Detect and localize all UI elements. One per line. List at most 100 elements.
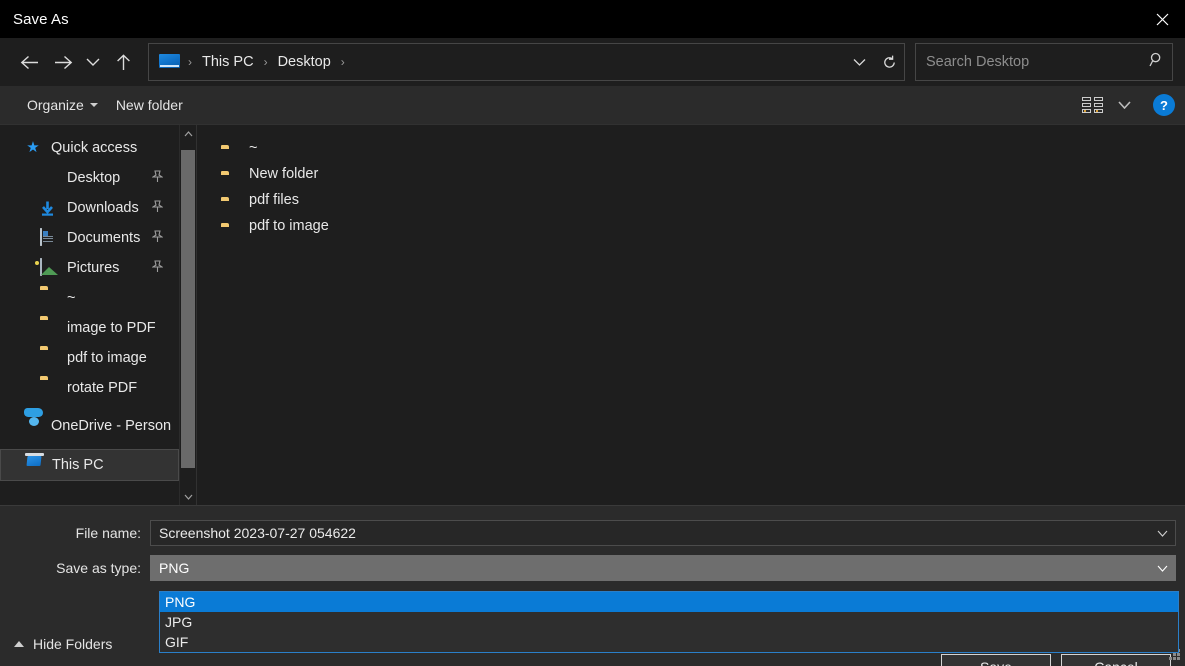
sidebar-item-label: rotate PDF <box>67 380 137 396</box>
dialog-body: ★ Quick access Desktop <box>0 124 1185 505</box>
new-folder-label: New folder <box>116 97 183 113</box>
chevron-up-icon <box>14 641 24 647</box>
sidebar-item-label: Documents <box>67 230 140 246</box>
file-list-item[interactable]: pdf files <box>197 187 1185 213</box>
file-name-dropdown-button[interactable] <box>1149 521 1175 545</box>
dropdown-option-png[interactable]: PNG <box>160 592 1178 612</box>
sidebar-item-pictures[interactable]: Pictures <box>0 253 179 283</box>
view-layout-icon[interactable] <box>1077 93 1108 117</box>
sidebar-item-label: image to PDF <box>67 320 156 336</box>
onedrive-icon <box>24 417 42 435</box>
hide-folders-button[interactable]: Hide Folders <box>14 636 112 652</box>
breadcrumb-separator-2: › <box>337 55 349 69</box>
recent-locations-button[interactable] <box>80 45 106 79</box>
refresh-button[interactable] <box>874 44 904 80</box>
sidebar-item-quick-access[interactable]: ★ Quick access <box>0 133 179 163</box>
dropdown-option-gif[interactable]: GIF <box>160 632 1178 652</box>
folder-icon <box>40 319 58 337</box>
breadcrumb-separator-1: › <box>260 55 272 69</box>
address-bar-actions <box>844 44 904 80</box>
save-as-type-combobox[interactable]: PNG <box>150 555 1176 581</box>
scroll-up-button[interactable] <box>180 125 196 142</box>
file-list-item[interactable]: ~ <box>197 135 1185 161</box>
scrollbar-track[interactable] <box>180 142 196 488</box>
save-button[interactable]: Save <box>941 654 1051 666</box>
sidebar-item-label: OneDrive - Person <box>51 418 171 434</box>
window-title: Save As <box>0 11 69 28</box>
navigation-list: ★ Quick access Desktop <box>0 125 179 505</box>
breadcrumb-item-desktop[interactable]: Desktop <box>272 51 337 73</box>
toolbar-right-group: ? <box>1077 90 1175 120</box>
scroll-down-button[interactable] <box>180 488 196 505</box>
file-list-item[interactable]: New folder <box>197 161 1185 187</box>
this-pc-icon <box>159 54 180 71</box>
folder-icon <box>40 289 58 307</box>
sidebar-item-label: Quick access <box>51 140 137 156</box>
save-as-type-dropdown-list[interactable]: PNG JPG GIF <box>159 591 1179 653</box>
view-options-button[interactable] <box>1110 90 1139 120</box>
sidebar-item-label: pdf to image <box>67 350 147 366</box>
chevron-down-icon <box>1157 565 1168 572</box>
file-name-label: ~ <box>249 140 257 156</box>
back-button[interactable] <box>12 45 46 79</box>
sidebar-item-rotate-pdf[interactable]: rotate PDF <box>0 373 179 403</box>
close-icon <box>1156 13 1169 26</box>
dropdown-option-label: JPG <box>165 614 192 630</box>
folder-icon <box>40 379 58 397</box>
arrow-right-icon <box>54 55 73 70</box>
breadcrumb-item-this-pc[interactable]: This PC <box>196 51 260 73</box>
desktop-icon <box>40 169 58 187</box>
chevron-down-icon <box>1157 530 1168 537</box>
address-bar[interactable]: › This PC › Desktop › <box>148 43 905 81</box>
arrow-left-icon <box>20 55 39 70</box>
save-as-type-value: PNG <box>159 560 1149 576</box>
sidebar-item-this-pc[interactable]: This PC <box>0 449 179 481</box>
sidebar-item-downloads[interactable]: Downloads <box>0 193 179 223</box>
file-name-row: File name: <box>0 520 1185 546</box>
chevron-down-icon <box>86 57 100 67</box>
folder-icon <box>40 349 58 367</box>
scrollbar-thumb[interactable] <box>181 150 195 468</box>
documents-icon <box>40 229 58 247</box>
search-box[interactable] <box>915 43 1173 81</box>
sidebar-item-pdf-to-image[interactable]: pdf to image <box>0 343 179 373</box>
new-folder-button[interactable]: New folder <box>107 92 192 118</box>
dialog-actions: Save Cancel <box>941 654 1171 666</box>
file-list-item[interactable]: pdf to image <box>197 213 1185 239</box>
chevron-down-icon <box>90 103 98 107</box>
organize-button[interactable]: Organize <box>18 92 107 118</box>
star-icon: ★ <box>24 139 42 157</box>
up-button[interactable] <box>106 45 140 79</box>
chevron-down-icon <box>184 494 193 500</box>
file-name-field[interactable] <box>150 520 1176 546</box>
sidebar-item-image-to-pdf[interactable]: image to PDF <box>0 313 179 343</box>
sidebar-item-desktop[interactable]: Desktop <box>0 163 179 193</box>
sidebar-item-tilde[interactable]: ~ <box>0 283 179 313</box>
cancel-button-label: Cancel <box>1094 659 1138 666</box>
save-form: File name: Save as type: PNG PNG <box>0 505 1185 666</box>
pictures-icon <box>40 259 58 277</box>
save-as-type-label: Save as type: <box>0 560 150 576</box>
dropdown-option-jpg[interactable]: JPG <box>160 612 1178 632</box>
address-history-button[interactable] <box>844 44 874 80</box>
file-name-input[interactable] <box>159 525 1149 541</box>
save-as-type-row: Save as type: PNG <box>0 555 1185 581</box>
sidebar-item-label: Downloads <box>67 200 139 216</box>
file-name-label: pdf to image <box>249 218 329 234</box>
file-name-label: File name: <box>0 525 150 541</box>
refresh-icon <box>882 55 897 70</box>
sidebar-item-documents[interactable]: Documents <box>0 223 179 253</box>
save-as-type-dropdown-button[interactable] <box>1149 556 1175 580</box>
navigation-pane: ★ Quick access Desktop <box>0 125 196 505</box>
close-button[interactable] <box>1139 0 1185 38</box>
help-button[interactable]: ? <box>1153 94 1175 116</box>
sidebar-item-onedrive[interactable]: OneDrive - Person <box>0 411 179 441</box>
cancel-button[interactable]: Cancel <box>1061 654 1171 666</box>
pin-icon <box>152 170 163 186</box>
search-input[interactable] <box>926 54 1149 70</box>
forward-button[interactable] <box>46 45 80 79</box>
sidebar-scrollbar[interactable] <box>179 125 196 505</box>
sidebar-item-label: Desktop <box>67 170 120 186</box>
dropdown-option-label: GIF <box>165 634 188 650</box>
file-name-label: pdf files <box>249 192 299 208</box>
